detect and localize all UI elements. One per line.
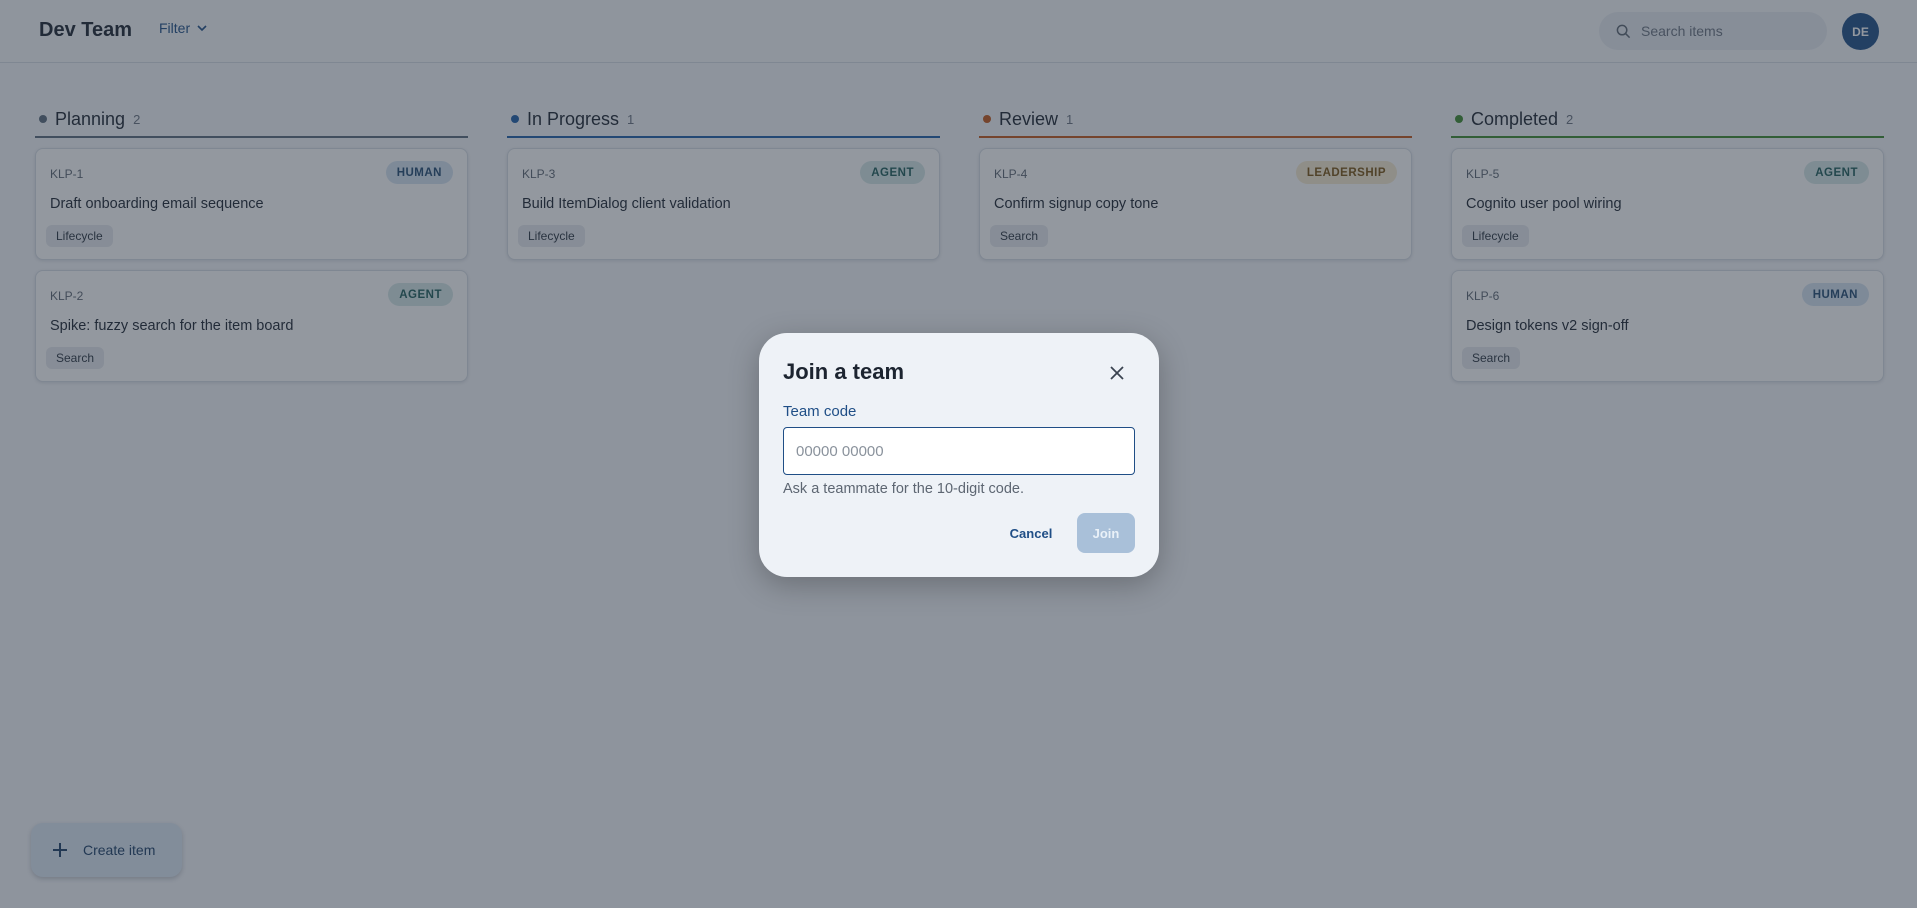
cancel-button[interactable]: Cancel [1003,513,1059,553]
team-code-label: Team code [783,403,857,420]
join-team-dialog: Join a team Team code Ask a teammate for… [759,333,1159,577]
team-code-input[interactable] [783,427,1135,475]
helper-text: Ask a teammate for the 10-digit code. [783,481,1024,497]
close-icon[interactable] [1105,361,1129,385]
dialog-title: Join a team [783,359,905,384]
join-button[interactable]: Join [1077,513,1135,553]
app-root: Dev Team Filter DE Planning 2 KLP-1 HUMA… [0,0,1917,908]
